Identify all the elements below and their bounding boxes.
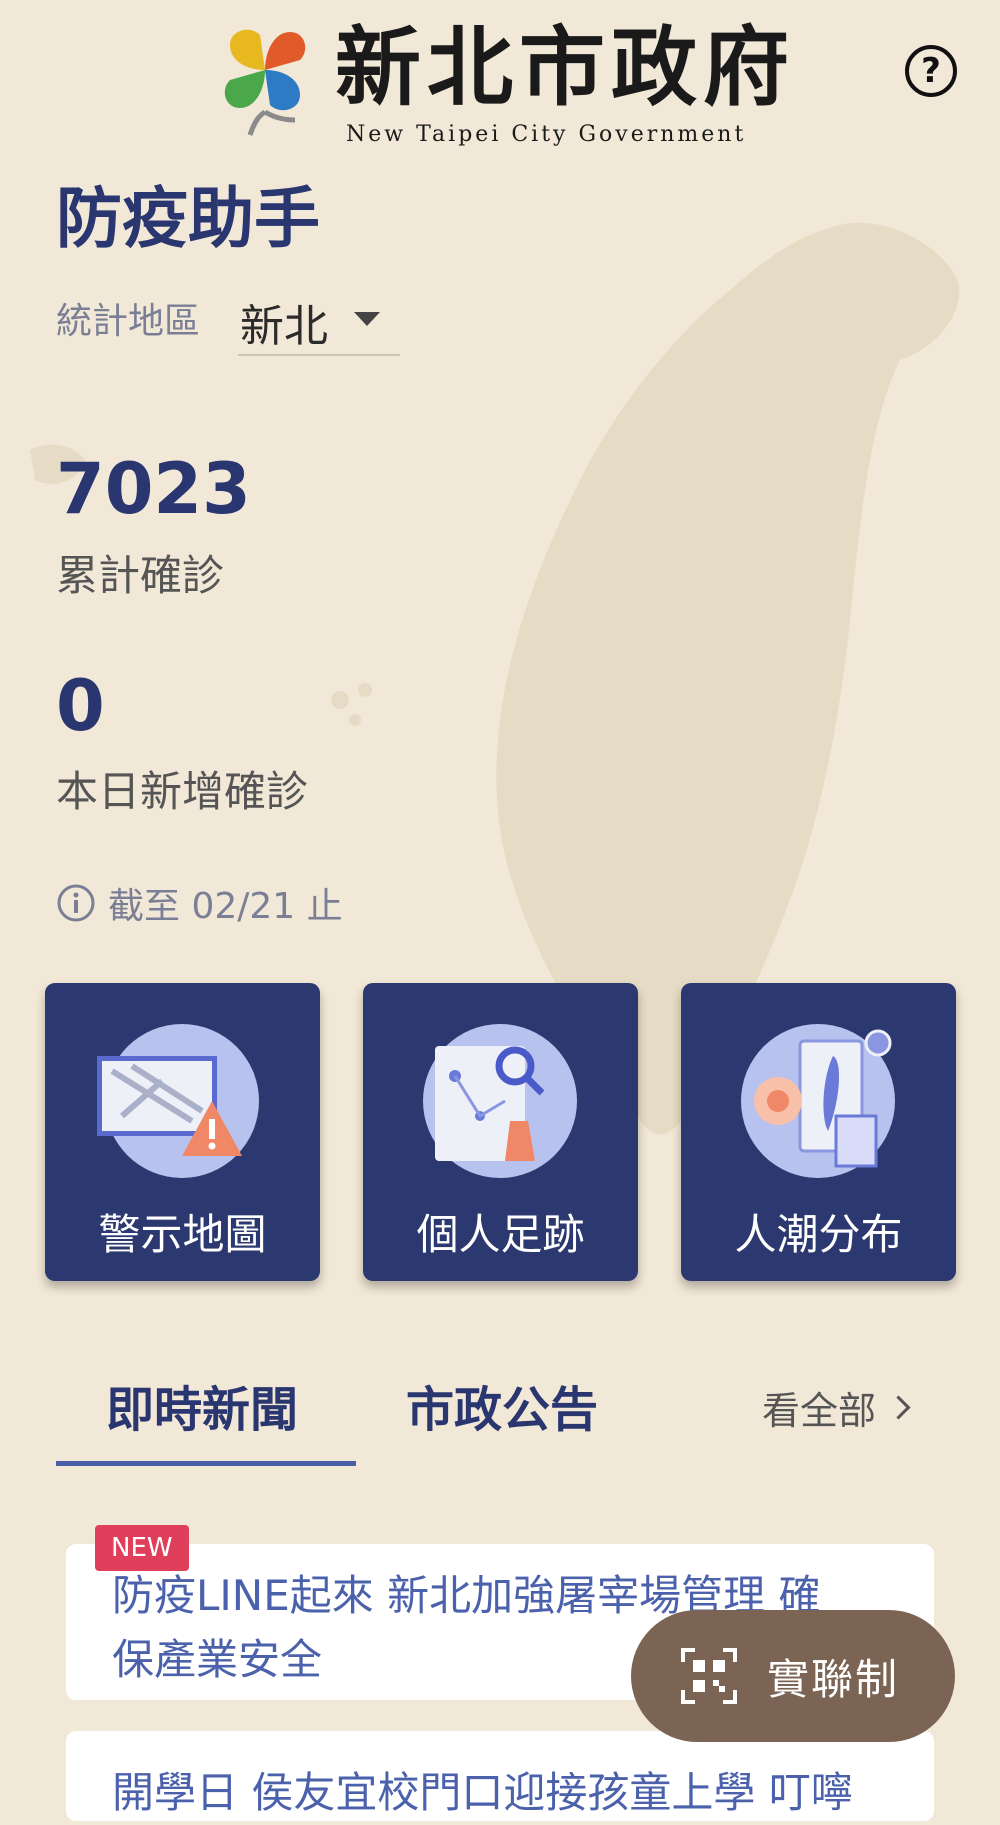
tile-warning-map-label: 警示地圖 xyxy=(98,1210,267,1259)
tile-warning-map[interactable]: 警示地圖 xyxy=(45,983,320,1281)
tile-personal-footprint-label: 個人足跡 xyxy=(416,1210,585,1259)
today-cases-label: 本日新增確診 xyxy=(56,767,309,816)
tab-municipal-announcements[interactable]: 市政公告 xyxy=(406,1370,598,1440)
see-all-link[interactable]: 看全部 xyxy=(762,1380,911,1435)
qr-code-icon xyxy=(681,1648,737,1704)
crowd-distribution-icon xyxy=(741,1024,895,1178)
tile-crowd-distribution[interactable]: 人潮分布 xyxy=(681,983,956,1281)
news-item[interactable]: 開學日 侯友宜校門口迎接孩童上學 叮嚀 xyxy=(66,1731,934,1821)
active-tab-indicator xyxy=(56,1461,356,1466)
caret-down-icon xyxy=(354,312,380,326)
new-badge: NEW xyxy=(95,1525,189,1571)
today-cases-value: 0 xyxy=(56,665,105,747)
region-select-value: 新北 xyxy=(240,301,328,352)
brand-title-zh: 新北市政府 xyxy=(335,17,795,118)
cumulative-cases-label: 累計確診 xyxy=(56,551,225,600)
footprint-icon xyxy=(423,1024,577,1178)
news-item-title-line2: 保產業安全 xyxy=(112,1635,323,1684)
cumulative-cases-value: 7023 xyxy=(56,448,251,530)
news-item-title-line1: 開學日 侯友宜校門口迎接孩童上學 叮嚀 xyxy=(112,1768,853,1817)
see-all-label: 看全部 xyxy=(762,1389,877,1433)
info-icon xyxy=(57,884,95,922)
brand-title-en: New Taipei City Government xyxy=(346,122,747,147)
check-in-button[interactable]: 實聯制 xyxy=(631,1610,955,1742)
chevron-right-icon xyxy=(886,1395,911,1420)
help-icon: ? xyxy=(921,51,941,91)
help-button[interactable]: ? xyxy=(905,45,957,97)
data-as-of-text: 截至 02/21 止 xyxy=(108,886,343,927)
tab-instant-news[interactable]: 即時新聞 xyxy=(106,1370,298,1440)
app-header: 新北市政府 New Taipei City Government ? xyxy=(0,0,1000,160)
page-title: 防疫助手 xyxy=(56,180,320,257)
region-label: 統計地區 xyxy=(56,301,201,342)
region-select[interactable]: 新北 xyxy=(238,282,400,356)
warning-map-icon xyxy=(97,1024,259,1178)
data-as-of: 截至 02/21 止 xyxy=(56,878,343,928)
tile-crowd-distribution-label: 人潮分布 xyxy=(734,1210,903,1259)
tile-personal-footprint[interactable]: 個人足跡 xyxy=(363,983,638,1281)
check-in-label: 實聯制 xyxy=(767,1654,900,1704)
new-taipei-logo-icon xyxy=(224,29,306,136)
